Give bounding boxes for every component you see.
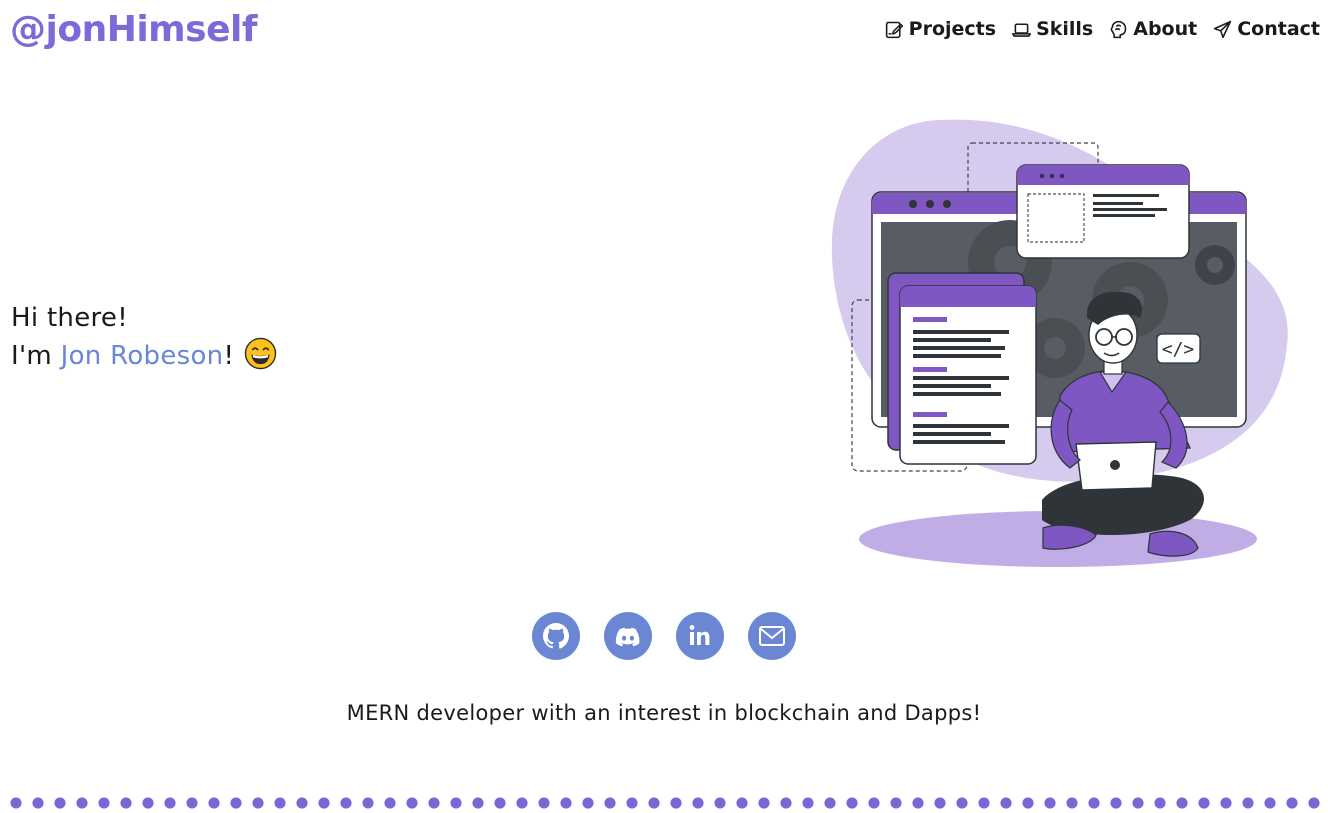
mail-icon [759, 626, 785, 646]
hero-intro-suffix: ! [223, 341, 235, 371]
site-logo[interactable]: @jonHimself [10, 8, 258, 51]
discord-link[interactable] [604, 612, 652, 660]
linkedin-link[interactable] [676, 612, 724, 660]
nav-item-about[interactable]: About [1108, 18, 1197, 40]
nav-label-about: About [1133, 18, 1198, 40]
hero-intro-prefix: I'm [11, 341, 61, 371]
laptop-icon [1012, 22, 1032, 37]
main-nav: Projects Skills About Contact [884, 18, 1320, 40]
grinning-face-emoji [244, 337, 277, 381]
github-link[interactable] [532, 612, 580, 660]
discord-icon [615, 627, 640, 647]
edit-document-icon [885, 21, 903, 38]
nav-item-projects[interactable]: Projects [884, 18, 996, 40]
nav-label-projects: Projects [908, 18, 997, 40]
nav-label-contact: Contact [1237, 18, 1320, 40]
github-icon [543, 623, 569, 649]
hero-intro-line: I'm Jon Robeson! [11, 337, 277, 381]
linkedin-icon [689, 625, 710, 645]
developer-illustration: </> [831, 119, 1288, 567]
hero-intro: Hi there! I'm Jon Robeson! [11, 300, 277, 381]
hero-greeting: Hi there! [11, 303, 128, 333]
code-tag-text: </> [1162, 339, 1195, 360]
brain-icon [1110, 20, 1127, 38]
nav-item-skills[interactable]: Skills [1011, 18, 1093, 40]
dotted-divider [5, 796, 1323, 810]
tagline: MERN developer with an interest in block… [346, 701, 982, 725]
paper-plane-icon [1214, 20, 1232, 38]
social-links [532, 612, 796, 660]
nav-label-skills: Skills [1036, 18, 1094, 40]
nav-item-contact[interactable]: Contact [1212, 18, 1320, 40]
mail-link[interactable] [748, 612, 796, 660]
hero-name: Jon Robeson [60, 341, 224, 371]
